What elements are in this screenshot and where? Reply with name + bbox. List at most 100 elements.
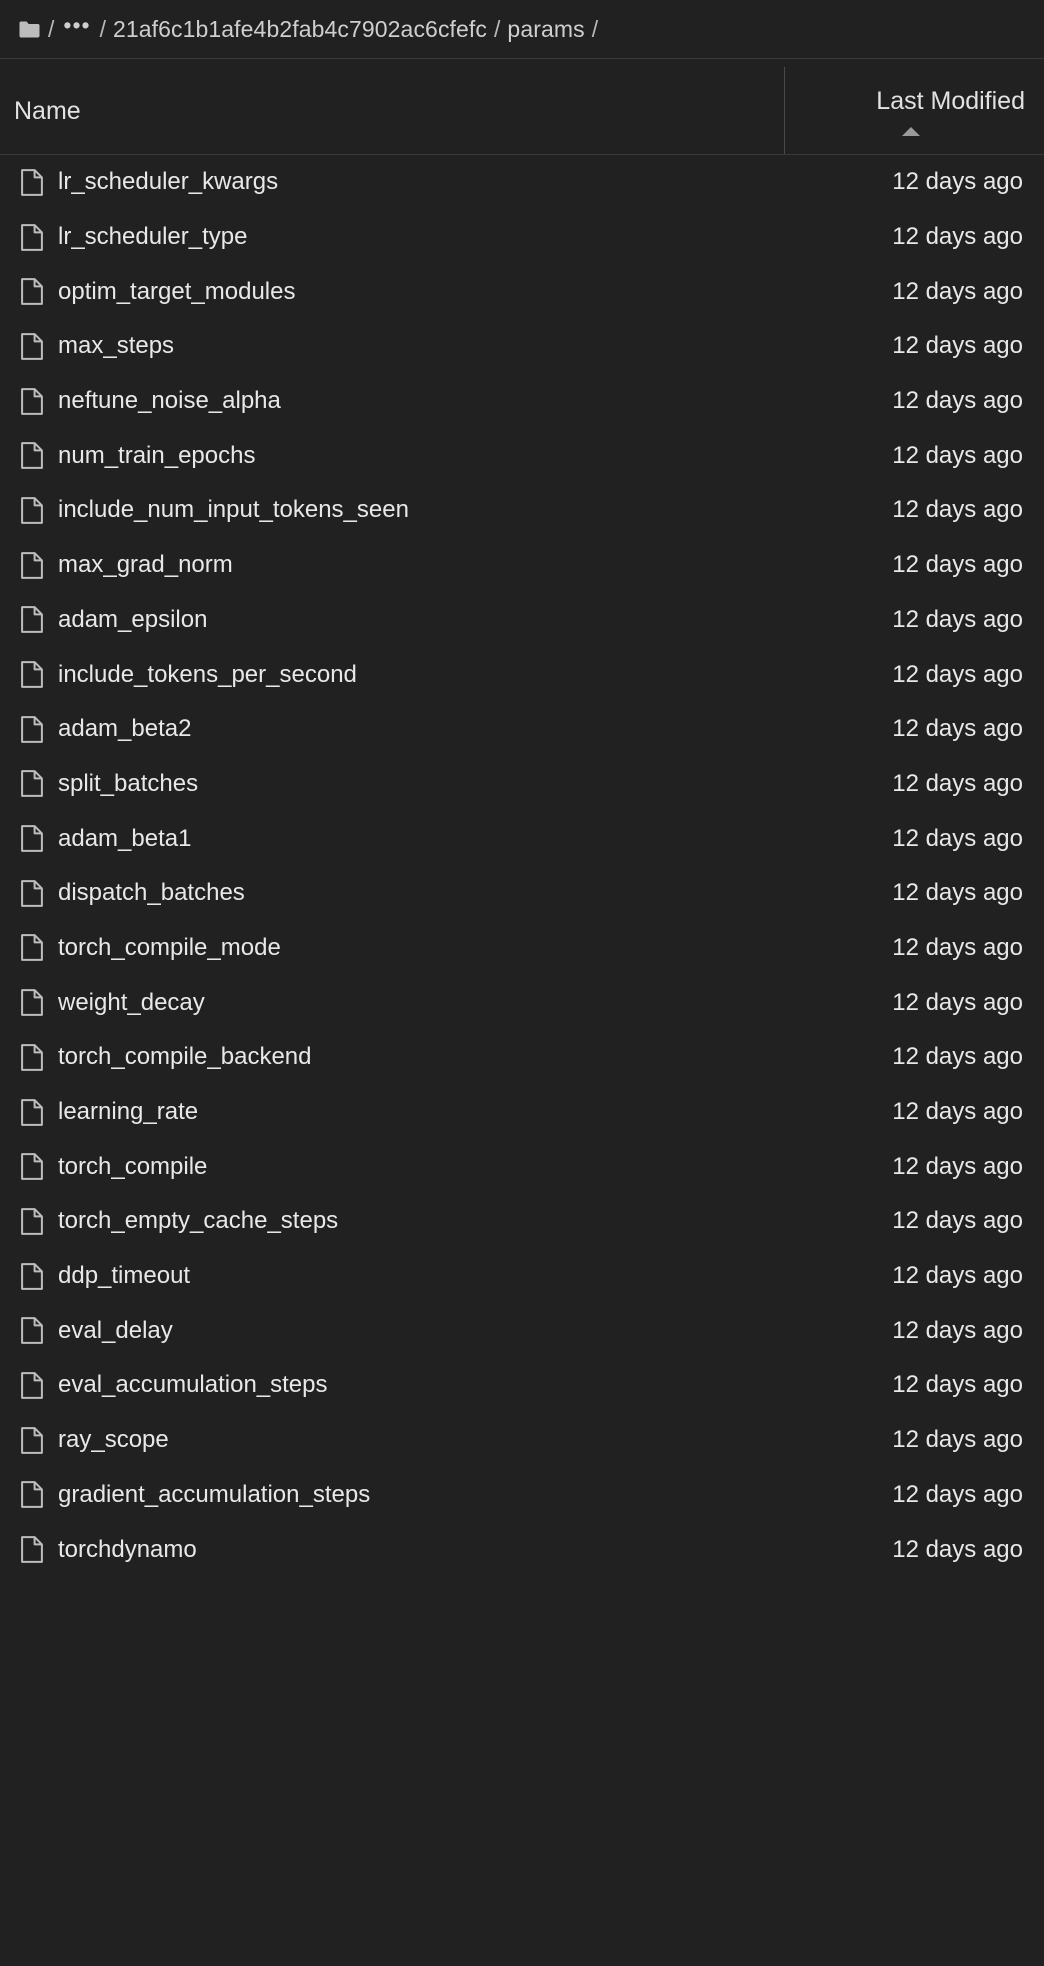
table-row[interactable]: adam_epsilon 12 days ago: [0, 593, 1044, 648]
file-name: ddp_timeout: [58, 1264, 191, 1289]
file-icon: [21, 661, 58, 688]
file-last-modified: 12 days ago: [892, 1426, 1023, 1454]
file-name: optim_target_modules: [58, 279, 296, 304]
table-row[interactable]: adam_beta1 12 days ago: [0, 811, 1044, 866]
table-row[interactable]: torch_empty_cache_steps 12 days ago: [0, 1194, 1044, 1249]
file-last-modified: 12 days ago: [892, 769, 1023, 797]
file-last-modified: 12 days ago: [892, 387, 1023, 415]
file-name: learning_rate: [58, 1100, 199, 1125]
table-row[interactable]: eval_delay 12 days ago: [0, 1303, 1044, 1358]
file-icon: [21, 989, 58, 1017]
file-icon: [21, 1098, 58, 1126]
file-name: adam_beta2: [58, 717, 192, 742]
table-row[interactable]: ddp_timeout 12 days ago: [0, 1249, 1044, 1304]
table-row[interactable]: include_num_input_tokens_seen 12 days ago: [0, 483, 1044, 538]
table-row[interactable]: max_steps 12 days ago: [0, 319, 1044, 374]
file-last-modified: 12 days ago: [892, 660, 1023, 688]
file-icon: [21, 497, 58, 524]
file-icon: [21, 715, 58, 743]
breadcrumb-segment-hash[interactable]: 21af6c1b1afe4b2fab4c7902ac6cfefc: [113, 17, 487, 41]
table-row[interactable]: optim_target_modules 12 days ago: [0, 264, 1044, 319]
file-name: include_num_input_tokens_seen: [58, 498, 409, 523]
file-list: lr_scheduler_kwargs 12 days ago lr_schedul…: [0, 155, 1044, 1577]
file-name: torchdynamo: [58, 1537, 197, 1562]
table-row[interactable]: split_batches 12 days ago: [0, 757, 1044, 812]
file-last-modified: 12 days ago: [892, 1152, 1023, 1180]
file-icon: [21, 1372, 58, 1399]
caret-up-icon: [902, 127, 920, 136]
column-header-name-label: Name: [14, 97, 81, 125]
file-icon: [21, 825, 58, 852]
table-row[interactable]: ray_scope 12 days ago: [0, 1413, 1044, 1468]
file-last-modified: 12 days ago: [892, 277, 1023, 305]
table-row[interactable]: torchdynamo 12 days ago: [0, 1522, 1044, 1577]
file-icon: [21, 1317, 58, 1345]
file-icon: [21, 1536, 58, 1563]
file-last-modified: 12 days ago: [892, 223, 1023, 251]
file-icon: [21, 1426, 58, 1454]
table-row[interactable]: adam_beta2 12 days ago: [0, 702, 1044, 757]
table-row[interactable]: gradient_accumulation_steps 12 days ago: [0, 1468, 1044, 1523]
file-last-modified: 12 days ago: [892, 1371, 1023, 1399]
file-last-modified: 12 days ago: [892, 715, 1023, 743]
breadcrumb-separator-0: /: [48, 15, 55, 42]
table-row[interactable]: include_tokens_per_second 12 days ago: [0, 647, 1044, 702]
file-name: max_steps: [58, 334, 175, 359]
file-icon: [21, 223, 58, 251]
breadcrumb-separator-3: /: [591, 15, 599, 42]
file-last-modified: 12 days ago: [892, 332, 1023, 360]
file-name: max_grad_norm: [58, 553, 233, 578]
file-icon: [21, 879, 58, 907]
file-last-modified: 12 days ago: [892, 1043, 1023, 1071]
breadcrumb-ellipsis[interactable]: •••: [61, 13, 92, 37]
file-last-modified: 12 days ago: [892, 1207, 1023, 1235]
file-icon: [21, 934, 58, 962]
file-last-modified: 12 days ago: [892, 1316, 1023, 1344]
file-name: eval_delay: [58, 1318, 173, 1343]
table-row[interactable]: weight_decay 12 days ago: [0, 975, 1044, 1030]
file-name: torch_compile: [58, 1154, 208, 1179]
file-icon: [21, 168, 58, 196]
folder-icon[interactable]: [19, 21, 40, 38]
table-row[interactable]: learning_rate 12 days ago: [0, 1085, 1044, 1140]
column-header-last-modified-label: Last Modified: [876, 87, 1025, 115]
breadcrumb-separator-2: /: [494, 15, 501, 42]
file-icon: [21, 1043, 58, 1071]
table-row[interactable]: eval_accumulation_steps 12 days ago: [0, 1358, 1044, 1413]
file-name: torch_compile_mode: [58, 935, 281, 960]
file-last-modified: 12 days ago: [892, 879, 1023, 907]
file-name: gradient_accumulation_steps: [58, 1482, 371, 1507]
file-name: ray_scope: [58, 1428, 169, 1453]
table-row[interactable]: max_grad_norm 12 days ago: [0, 538, 1044, 593]
file-last-modified: 12 days ago: [892, 168, 1023, 196]
file-icon: [21, 387, 58, 415]
file-name: include_tokens_per_second: [58, 662, 357, 687]
file-name: lr_scheduler_kwargs: [58, 170, 279, 195]
table-row[interactable]: neftune_noise_alpha 12 days ago: [0, 374, 1044, 429]
table-row[interactable]: lr_scheduler_type 12 days ago: [0, 210, 1044, 265]
file-name: dispatch_batches: [58, 881, 245, 906]
file-name: split_batches: [58, 771, 199, 796]
file-name: lr_scheduler_type: [58, 225, 248, 250]
file-icon: [21, 1481, 58, 1509]
table-row[interactable]: num_train_epochs 12 days ago: [0, 428, 1044, 483]
file-last-modified: 12 days ago: [892, 1535, 1023, 1563]
table-row[interactable]: torch_compile_mode 12 days ago: [0, 921, 1044, 976]
table-row[interactable]: dispatch_batches 12 days ago: [0, 866, 1044, 921]
column-header-last-modified[interactable]: Last Modified: [785, 59, 1044, 154]
file-last-modified: 12 days ago: [892, 1480, 1023, 1508]
file-last-modified: 12 days ago: [892, 605, 1023, 633]
file-icon: [21, 333, 58, 360]
file-icon: [21, 278, 58, 306]
breadcrumb-segment-params[interactable]: params: [507, 17, 584, 41]
file-name: neftune_noise_alpha: [58, 389, 281, 414]
file-icon: [21, 442, 58, 470]
column-header-name[interactable]: Name: [0, 59, 785, 154]
table-row[interactable]: torch_compile 12 days ago: [0, 1139, 1044, 1194]
table-row[interactable]: lr_scheduler_kwargs 12 days ago: [0, 155, 1044, 210]
file-last-modified: 12 days ago: [892, 551, 1023, 579]
file-name: torch_compile_backend: [58, 1045, 312, 1070]
table-row[interactable]: torch_compile_backend 12 days ago: [0, 1030, 1044, 1085]
file-icon: [21, 551, 58, 579]
file-name: weight_decay: [58, 990, 205, 1015]
